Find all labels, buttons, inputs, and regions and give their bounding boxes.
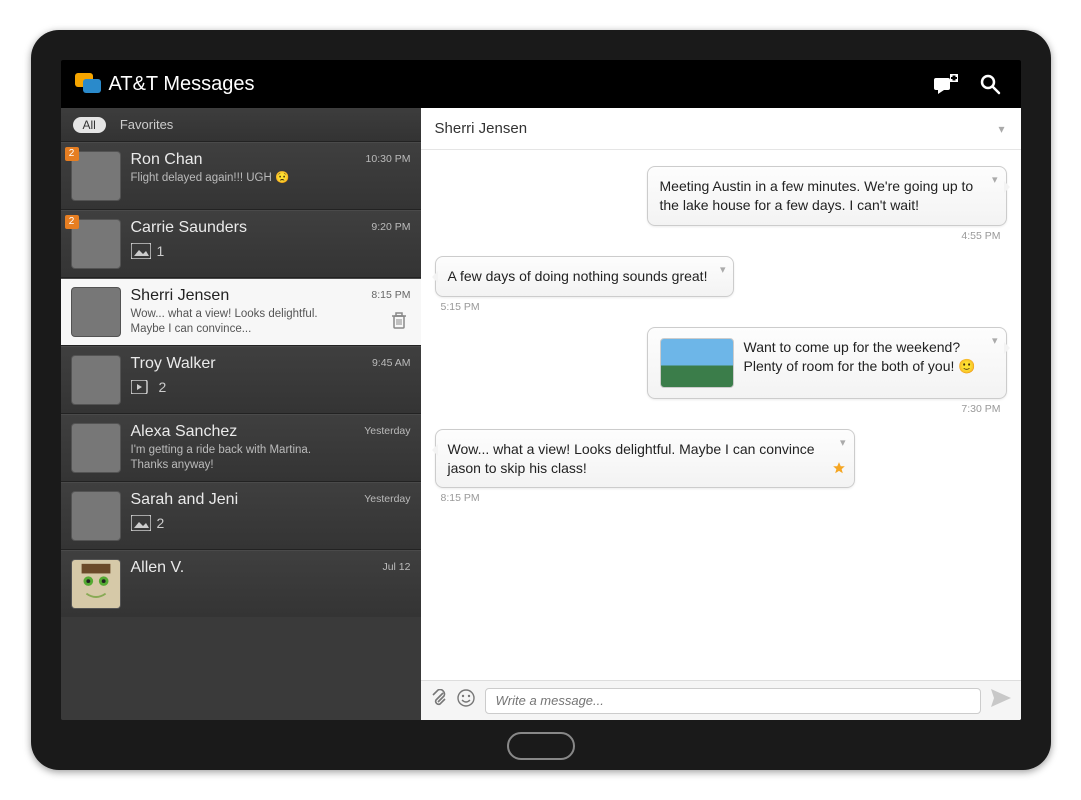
chevron-down-icon[interactable]: ▾: [720, 263, 726, 278]
send-icon: [991, 689, 1011, 707]
attachment-count: 1: [157, 243, 165, 259]
conversation-time: Yesterday: [364, 493, 410, 541]
attachment-indicator: 2: [131, 379, 362, 395]
chevron-down-icon[interactable]: ▾: [992, 173, 998, 188]
home-button[interactable]: [507, 732, 575, 760]
message-bubble[interactable]: A few days of doing nothing sounds great…: [435, 256, 735, 297]
conversation-item[interactable]: 2 Carrie Saunders 1 9:20 PM: [61, 210, 421, 278]
message-outgoing: Meeting Austin in a few minutes. We're g…: [435, 166, 1007, 252]
star-icon[interactable]: [832, 461, 846, 480]
message-time: 7:30 PM: [961, 403, 1000, 415]
image-icon: [131, 515, 151, 531]
message-bubble[interactable]: Want to come up for the weekend? Plenty …: [647, 327, 1007, 399]
conversation-item[interactable]: Troy Walker 2 9:45 AM: [61, 346, 421, 414]
message-text: Want to come up for the weekend? Plenty …: [744, 338, 980, 376]
conversation-item[interactable]: Allen V. Jul 12: [61, 550, 421, 617]
attachment-indicator: 1: [131, 243, 362, 259]
chevron-down-icon: ▾: [998, 122, 1004, 136]
avatar: [71, 355, 121, 405]
filter-favorites[interactable]: Favorites: [120, 117, 173, 132]
message-time: 8:15 PM: [441, 492, 480, 504]
message-time: 5:15 PM: [441, 301, 480, 313]
conversation-name: Sarah and Jeni: [131, 491, 355, 509]
app-logo-icon: [75, 73, 101, 95]
message-text: Meeting Austin in a few minutes. We're g…: [660, 177, 980, 215]
avatar: [71, 491, 121, 541]
conversation-time: 9:45 AM: [372, 357, 411, 405]
screen: AT&T Messages: [61, 60, 1021, 720]
message-bubble[interactable]: Wow... what a view! Looks delightful. Ma…: [435, 429, 855, 489]
conversation-name: Allen V.: [131, 559, 373, 577]
conversation-time: Yesterday: [364, 425, 410, 473]
message-outgoing: Want to come up for the weekend? Plenty …: [435, 327, 1007, 425]
conversation-item[interactable]: Sarah and Jeni 2 Yesterday: [61, 482, 421, 550]
attachment-indicator: 2: [131, 515, 355, 531]
conversation-name: Ron Chan: [131, 151, 356, 169]
search-icon: [979, 73, 1001, 95]
video-icon: [131, 380, 153, 394]
attach-button[interactable]: [431, 689, 447, 712]
conversation-time: 9:20 PM: [371, 221, 410, 269]
conversation-time: Jul 12: [382, 561, 410, 609]
conversation-item[interactable]: Sherri Jensen Wow... what a view! Looks …: [61, 278, 421, 346]
chevron-down-icon[interactable]: ▾: [840, 436, 846, 451]
emoji-button[interactable]: [457, 689, 475, 712]
conversation-name: Troy Walker: [131, 355, 362, 373]
trash-icon: [391, 312, 407, 330]
top-bar: AT&T Messages: [61, 60, 1021, 108]
attachment-count: 2: [157, 515, 165, 531]
avatar: [71, 559, 121, 609]
new-message-icon: [934, 74, 958, 94]
chat-header[interactable]: Sherri Jensen ▾: [421, 108, 1021, 150]
app-title: AT&T Messages: [109, 73, 255, 96]
message-text: A few days of doing nothing sounds great…: [448, 267, 708, 286]
send-button[interactable]: [991, 689, 1011, 712]
message-time: 4:55 PM: [961, 230, 1000, 242]
attachment-count: 2: [159, 379, 167, 395]
unread-badge: 2: [65, 215, 79, 229]
conversation-sidebar: All Favorites 2 Ron Chan Flight delayed …: [61, 108, 421, 720]
conversation-name: Sherri Jensen: [131, 287, 362, 305]
message-image-thumbnail[interactable]: [660, 338, 734, 388]
conversation-item[interactable]: Alexa Sanchez I'm getting a ride back wi…: [61, 414, 421, 482]
chat-panel: Sherri Jensen ▾ Meeting Austin in a few …: [421, 108, 1021, 720]
paperclip-icon: [431, 689, 447, 707]
smiley-icon: [457, 689, 475, 707]
message-text: Wow... what a view! Looks delightful. Ma…: [448, 440, 828, 478]
conversation-preview: I'm getting a ride back with Martina. Th…: [131, 443, 341, 473]
compose-bar: [421, 680, 1021, 720]
unread-badge: 2: [65, 147, 79, 161]
conversation-time: 10:30 PM: [366, 153, 411, 201]
chat-title: Sherri Jensen: [435, 120, 528, 137]
avatar: [71, 287, 121, 337]
tablet-frame: AT&T Messages: [31, 30, 1051, 770]
conversation-preview: Wow... what a view! Looks delightful. Ma…: [131, 307, 341, 337]
message-bubble[interactable]: Meeting Austin in a few minutes. We're g…: [647, 166, 1007, 226]
chevron-down-icon[interactable]: ▾: [992, 334, 998, 349]
new-message-button[interactable]: [929, 67, 963, 101]
search-button[interactable]: [973, 67, 1007, 101]
conversation-preview: Flight delayed again!!! UGH 😟: [131, 171, 341, 186]
message-incoming: Wow... what a view! Looks delightful. Ma…: [435, 429, 1007, 515]
avatar: [71, 423, 121, 473]
conversation-list: 2 Ron Chan Flight delayed again!!! UGH 😟…: [61, 142, 421, 720]
filter-all[interactable]: All: [73, 117, 106, 133]
message-incoming: A few days of doing nothing sounds great…: [435, 256, 1007, 323]
message-input[interactable]: [485, 688, 981, 714]
conversation-name: Alexa Sanchez: [131, 423, 355, 441]
conversation-name: Carrie Saunders: [131, 219, 362, 237]
filter-bar: All Favorites: [61, 108, 421, 142]
conversation-item[interactable]: 2 Ron Chan Flight delayed again!!! UGH 😟…: [61, 142, 421, 210]
message-list: Meeting Austin in a few minutes. We're g…: [421, 150, 1021, 680]
delete-conversation-button[interactable]: [391, 312, 407, 335]
image-icon: [131, 243, 151, 259]
